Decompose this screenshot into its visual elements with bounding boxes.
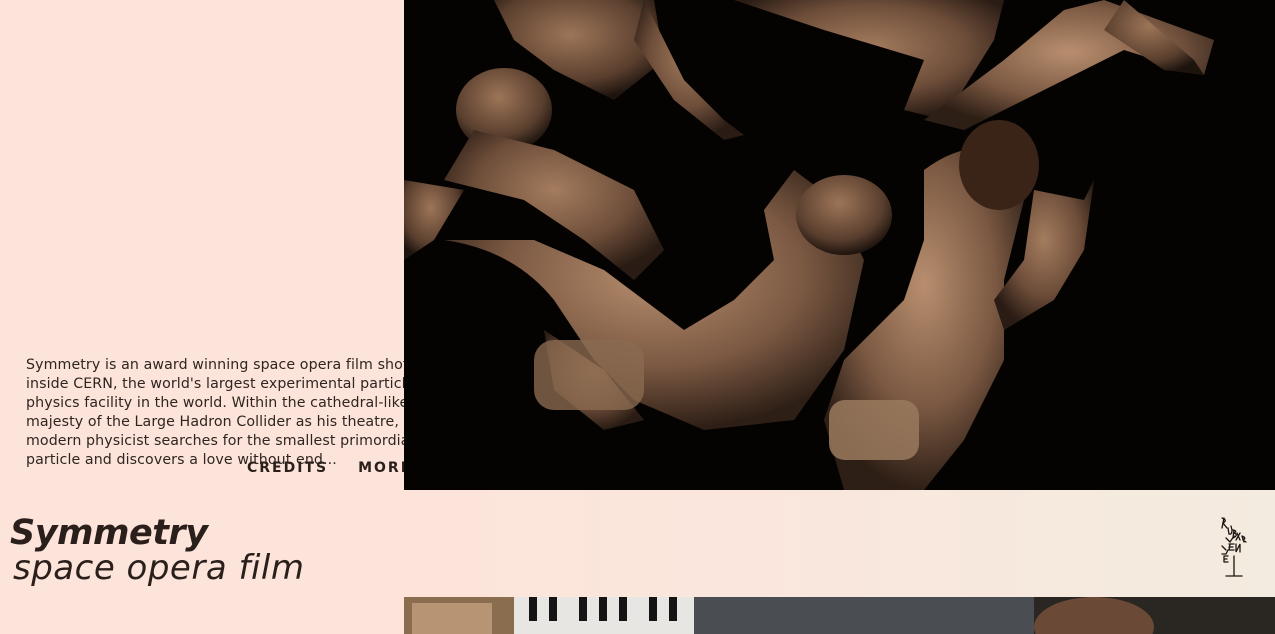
next-project-image[interactable]: [404, 597, 1275, 634]
project-title: Symmetry: [10, 513, 208, 553]
project-description: Symmetry is an award winning space opera…: [26, 357, 415, 468]
title-band: [404, 490, 1275, 597]
hero-image[interactable]: [404, 0, 1275, 490]
project-subtitle: space opera film: [13, 548, 305, 588]
dancers-photo: [404, 0, 1275, 490]
logo-icon[interactable]: [1214, 514, 1256, 580]
piano-photo: [404, 597, 1275, 634]
credits-link[interactable]: CREDITS: [247, 460, 328, 476]
